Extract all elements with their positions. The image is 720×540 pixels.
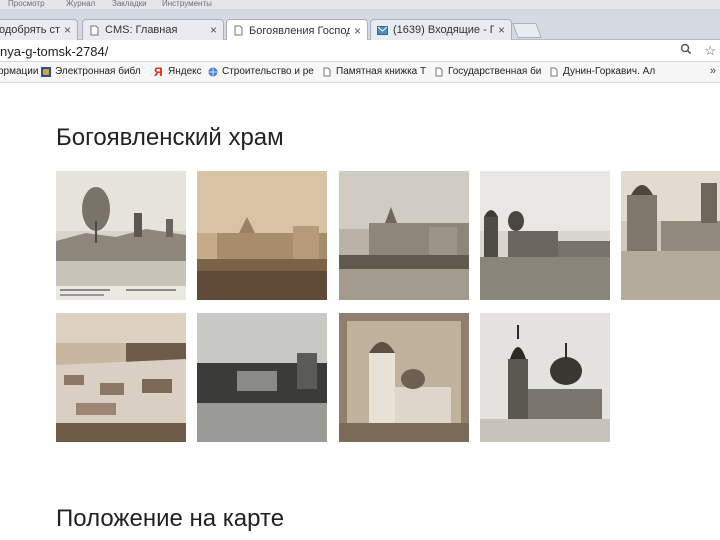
menu-item-history[interactable]: Журнал [66, 0, 95, 8]
gallery-photo-2[interactable] [197, 171, 327, 300]
gallery-photo-9[interactable] [480, 313, 610, 442]
bookmark-3[interactable]: Я Яндекс [154, 64, 202, 79]
bookmark-1[interactable]: ормации [0, 66, 38, 77]
menu-bar-remnant: Просмотр Журнал Закладки Инструменты [0, 0, 720, 9]
new-tab-button[interactable] [512, 23, 542, 38]
url-text[interactable]: nya-g-tomsk-2784/ [0, 44, 108, 59]
gallery-photo-7[interactable] [197, 313, 327, 442]
address-bar[interactable]: nya-g-tomsk-2784/ ☆ [0, 40, 720, 62]
close-icon[interactable]: × [64, 23, 71, 37]
mail-icon [377, 25, 388, 35]
tab-title: (1639) Входящие - Почт [393, 24, 494, 36]
gallery-photo-5[interactable] [621, 171, 720, 300]
more-bookmarks-icon[interactable]: » [710, 65, 716, 77]
url-path: nya-g-tomsk-2784/ [0, 44, 109, 59]
gallery-photo-3[interactable] [339, 171, 469, 300]
page-icon [435, 67, 443, 76]
bookmark-label: Дунин-Горкавич. Ал [563, 66, 656, 77]
bookmarks-bar: ормации Электронная библ Я Яндекс Строит… [0, 62, 720, 83]
tab-title: CMS: Главная [105, 24, 178, 36]
library-icon [41, 66, 51, 77]
menu-item-view[interactable]: Просмотр [8, 0, 45, 8]
gallery-photo-6[interactable] [56, 313, 186, 442]
page-icon [90, 25, 99, 35]
menu-item-tools[interactable]: Инструменты [162, 0, 212, 8]
gallery-photo-4[interactable] [480, 171, 610, 300]
close-icon[interactable]: × [210, 23, 217, 37]
bookmark-label: Яндекс [168, 66, 202, 77]
bookmark-4[interactable]: Строительство и ре [208, 66, 314, 77]
tab-4[interactable]: (1639) Входящие - Почт × [370, 19, 512, 40]
star-icon[interactable]: ☆ [704, 43, 716, 59]
search-icon[interactable] [680, 43, 692, 59]
gallery-photo-8[interactable] [339, 313, 469, 442]
bookmark-label: ормации [0, 66, 39, 77]
gallery-photo-1[interactable] [56, 171, 186, 300]
tab-title: одобрять ст [0, 24, 60, 36]
close-icon[interactable]: × [354, 24, 361, 38]
yandex-icon: Я [154, 64, 163, 79]
menu-item-bookmarks[interactable]: Закладки [112, 0, 147, 8]
bookmark-7[interactable]: Дунин-Горкавич. Ал [549, 66, 655, 77]
bookmark-6[interactable]: Государственная би [434, 66, 541, 77]
page-icon [323, 67, 331, 76]
tab-2[interactable]: CMS: Главная × [82, 19, 224, 40]
page-icon [550, 67, 558, 76]
bookmark-5[interactable]: Памятная книжка Т [322, 66, 426, 77]
tab-bar: одобрять ст × CMS: Главная × Богоявления… [0, 9, 720, 41]
bookmark-2[interactable]: Электронная библ [41, 66, 141, 77]
page-icon [234, 25, 243, 36]
address-actions: ☆ [680, 43, 716, 59]
close-icon[interactable]: × [498, 23, 505, 37]
bookmark-label: Государственная би [448, 66, 542, 77]
bookmark-label: Строительство и ре [222, 66, 314, 77]
tab-3-active[interactable]: Богоявления Господня × [226, 19, 368, 41]
bookmark-label: Памятная книжка Т [336, 66, 427, 77]
tab-1[interactable]: одобрять ст × [0, 19, 78, 40]
bookmark-label: Электронная библ [55, 66, 141, 77]
gallery-heading: Богоявленский храм [56, 124, 284, 151]
tab-title: Богоявления Господня [249, 24, 350, 37]
map-heading: Положение на карте [56, 505, 285, 532]
globe-icon [208, 67, 218, 76]
